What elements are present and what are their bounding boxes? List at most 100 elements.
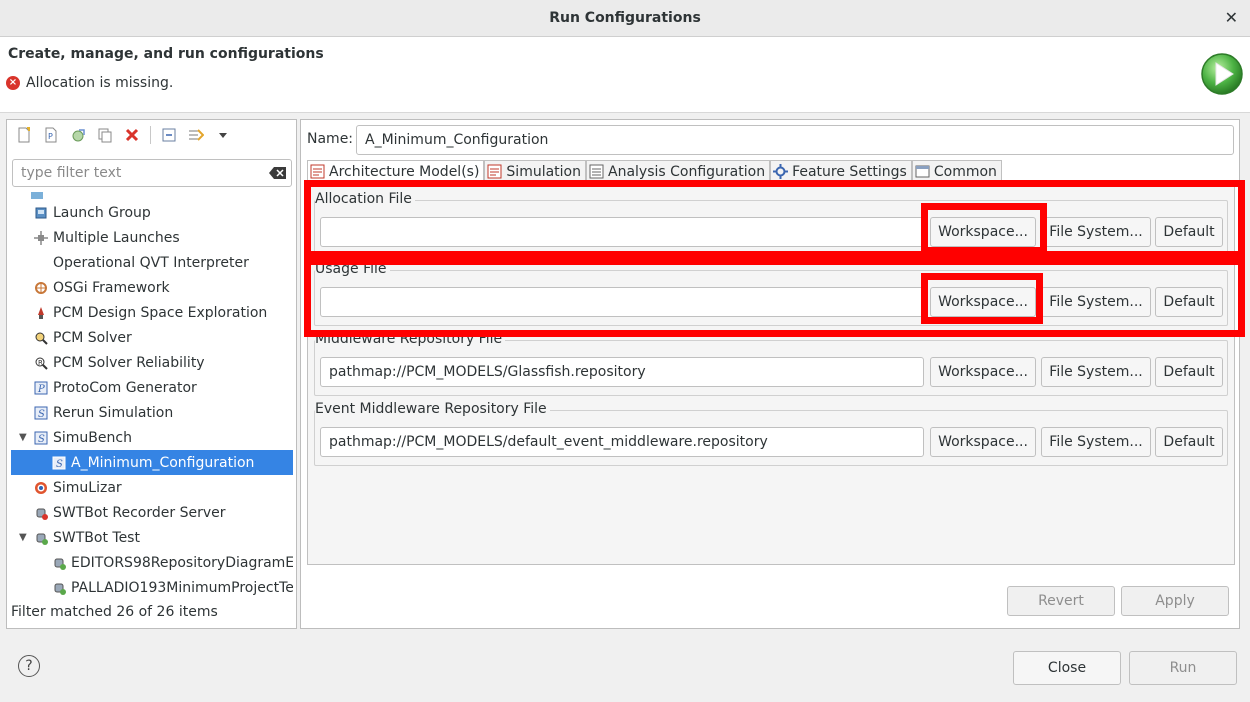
tree-item-label: Operational QVT Interpreter bbox=[53, 254, 249, 271]
configuration-editor-panel: Name: Architecture Model(s) Simulation A… bbox=[300, 119, 1240, 629]
tree-item-label: Launch Group bbox=[53, 204, 151, 221]
event-middleware-default-button[interactable]: Default bbox=[1155, 427, 1223, 457]
simulation-icon: S bbox=[33, 405, 49, 421]
filter-icon[interactable] bbox=[187, 126, 205, 144]
simulation-icon: S bbox=[33, 430, 49, 446]
window-titlebar: Run Configurations ✕ bbox=[0, 0, 1250, 37]
tree-item-qvt[interactable]: Operational QVT Interpreter bbox=[11, 250, 293, 275]
solver-reliability-icon: R bbox=[33, 355, 49, 371]
tree-item-label: SimuLizar bbox=[53, 479, 122, 496]
view-menu-icon[interactable] bbox=[214, 126, 232, 144]
new-configuration-icon[interactable] bbox=[15, 126, 33, 144]
tab-common[interactable]: Common bbox=[911, 160, 1002, 182]
tree-item-label: SimuBench bbox=[53, 429, 132, 446]
event-middleware-file-system-button[interactable]: File System... bbox=[1041, 427, 1151, 457]
event-middleware-repository-input[interactable] bbox=[320, 427, 924, 457]
tree-item-label: Multiple Launches bbox=[53, 229, 180, 246]
tree-item-dse[interactable]: PCM Design Space Exploration bbox=[11, 300, 293, 325]
close-button[interactable]: Close bbox=[1013, 651, 1121, 685]
tree-item-label: Rerun Simulation bbox=[53, 404, 174, 421]
allocation-file-input[interactable] bbox=[320, 217, 924, 247]
middleware-workspace-button[interactable]: Workspace... bbox=[930, 357, 1036, 387]
tree-item-label: SWTBot Recorder Server bbox=[53, 504, 226, 521]
error-message: × Allocation is missing. bbox=[6, 75, 173, 91]
delete-icon[interactable] bbox=[123, 126, 141, 144]
simulation-tab-icon bbox=[487, 164, 502, 179]
filter-input[interactable] bbox=[13, 160, 253, 186]
usage-workspace-button[interactable]: Workspace... bbox=[930, 287, 1036, 317]
clear-filter-icon[interactable] bbox=[269, 166, 287, 180]
usage-file-input[interactable] bbox=[320, 287, 924, 317]
tree-item-editors98[interactable]: EDITORS98RepositoryDiagramEd bbox=[11, 550, 293, 575]
configuration-name-input[interactable] bbox=[356, 125, 1234, 155]
tree-item-pcm-solver-reliability[interactable]: R PCM Solver Reliability bbox=[11, 350, 293, 375]
svg-text:S: S bbox=[38, 409, 45, 420]
tree-item-rerun-simulation[interactable]: S Rerun Simulation bbox=[11, 400, 293, 425]
tree-item-launch-group[interactable]: Launch Group bbox=[11, 200, 293, 225]
dse-icon bbox=[33, 305, 49, 321]
tab-architecture-models[interactable]: Architecture Model(s) bbox=[307, 160, 485, 182]
apply-button[interactable]: Apply bbox=[1121, 586, 1229, 616]
run-banner-icon bbox=[1201, 53, 1243, 95]
allocation-workspace-button[interactable]: Workspace... bbox=[930, 217, 1036, 247]
error-message-text: Allocation is missing. bbox=[26, 75, 174, 91]
osgi-icon bbox=[33, 280, 49, 296]
tree-item-label: ProtoCom Generator bbox=[53, 379, 197, 396]
event-middleware-workspace-button[interactable]: Workspace... bbox=[930, 427, 1036, 457]
tab-label: Feature Settings bbox=[792, 163, 907, 180]
tree-item-label: OSGi Framework bbox=[53, 279, 170, 296]
middleware-default-button[interactable]: Default bbox=[1155, 357, 1223, 387]
tab-feature-settings[interactable]: Feature Settings bbox=[770, 160, 912, 182]
window-close-button[interactable]: ✕ bbox=[1225, 8, 1238, 27]
allocation-file-system-button[interactable]: File System... bbox=[1041, 217, 1151, 247]
configuration-toolbar: P bbox=[7, 120, 296, 150]
revert-button[interactable]: Revert bbox=[1007, 586, 1115, 616]
tree-item-palladio193[interactable]: PALLADIO193MinimumProjectTes bbox=[11, 575, 293, 598]
svg-text:S: S bbox=[38, 434, 45, 445]
tree-item-pcm-solver[interactable]: PCM Solver bbox=[11, 325, 293, 350]
tree-item-osgi[interactable]: OSGi Framework bbox=[11, 275, 293, 300]
duplicate-icon[interactable] bbox=[96, 126, 114, 144]
tree-item-a-minimum-configuration[interactable]: S A_Minimum_Configuration bbox=[11, 450, 293, 475]
export-icon[interactable] bbox=[69, 126, 87, 144]
usage-file-label: Usage File bbox=[315, 261, 390, 277]
tree-item-swtbot-test[interactable]: SWTBot Test bbox=[11, 525, 293, 550]
middleware-repository-input[interactable] bbox=[320, 357, 924, 387]
tab-label: Analysis Configuration bbox=[608, 163, 766, 180]
protocom-icon: P bbox=[33, 380, 49, 396]
collapse-all-icon[interactable] bbox=[160, 126, 178, 144]
filter-field[interactable] bbox=[12, 159, 292, 187]
analysis-configuration-icon bbox=[589, 164, 604, 179]
dialog-header: Create, manage, and run configurations ×… bbox=[0, 37, 1250, 113]
event-middleware-repository-group: Event Middleware Repository File Workspa… bbox=[314, 401, 1228, 466]
tab-analysis-configuration[interactable]: Analysis Configuration bbox=[586, 160, 771, 182]
help-icon[interactable]: ? bbox=[18, 655, 40, 677]
allocation-file-group: Allocation File Workspace... File System… bbox=[314, 191, 1228, 256]
swtbot-icon bbox=[51, 580, 67, 596]
tree-item-simulizar[interactable]: SimuLizar bbox=[11, 475, 293, 500]
multiple-launches-icon bbox=[33, 230, 49, 246]
expand-chevron-down-icon[interactable]: ▼ bbox=[19, 432, 27, 443]
expand-chevron-down-icon[interactable]: ▼ bbox=[19, 532, 27, 543]
feature-settings-icon bbox=[773, 164, 789, 179]
tree-item-simubench[interactable]: S SimuBench bbox=[11, 425, 293, 450]
common-icon bbox=[915, 164, 930, 179]
usage-file-system-button[interactable]: File System... bbox=[1041, 287, 1151, 317]
new-prototype-icon[interactable]: P bbox=[42, 126, 60, 144]
tab-simulation[interactable]: Simulation bbox=[484, 160, 586, 182]
tree-item-protocom[interactable]: P ProtoCom Generator bbox=[11, 375, 293, 400]
launch-group-icon bbox=[33, 205, 49, 221]
svg-text:S: S bbox=[56, 459, 63, 470]
simulation-icon: S bbox=[51, 455, 67, 471]
usage-default-button[interactable]: Default bbox=[1155, 287, 1223, 317]
allocation-default-button[interactable]: Default bbox=[1155, 217, 1223, 247]
tree-item-multiple-launches[interactable]: Multiple Launches bbox=[11, 225, 293, 250]
tree-item-swtbot-recorder[interactable]: SWTBot Recorder Server bbox=[11, 500, 293, 525]
swtbot-icon bbox=[33, 505, 49, 521]
configuration-list-panel: P type filter text Launch Group Multiple… bbox=[6, 119, 297, 629]
allocation-file-label: Allocation File bbox=[315, 191, 415, 207]
svg-text:P: P bbox=[37, 384, 45, 395]
run-button[interactable]: Run bbox=[1129, 651, 1237, 685]
tab-label: Architecture Model(s) bbox=[329, 163, 480, 180]
middleware-file-system-button[interactable]: File System... bbox=[1041, 357, 1151, 387]
